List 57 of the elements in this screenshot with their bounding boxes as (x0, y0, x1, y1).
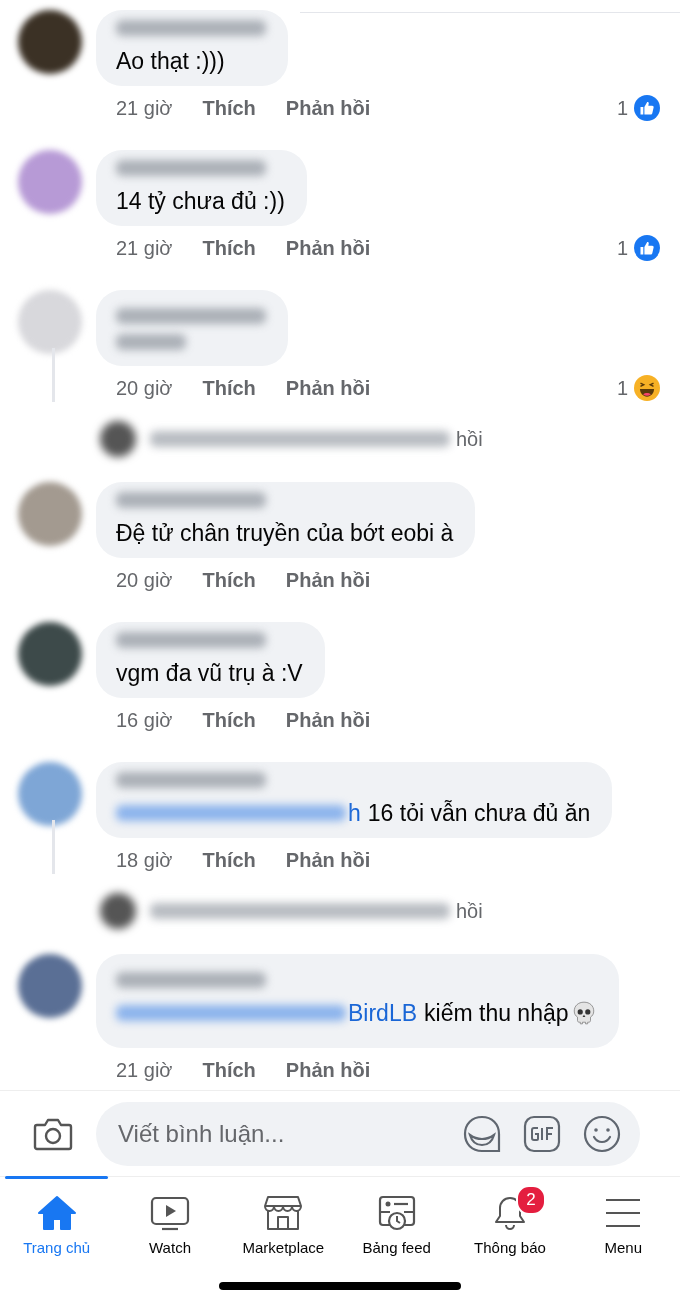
comment-input[interactable]: Viết bình luận... (116, 1118, 442, 1149)
reply-preview-text: hồi (456, 427, 483, 451)
nav-tab[interactable]: Bảng feed (340, 1177, 454, 1270)
notification-badge: 2 (515, 1185, 546, 1215)
reply-link[interactable]: Phản hồi (285, 376, 371, 400)
reply-link[interactable]: Phản hồi (285, 1058, 371, 1082)
home-icon (36, 1195, 77, 1231)
like-reaction-icon (634, 235, 660, 261)
reply-link[interactable]: Phản hồi (285, 568, 371, 592)
reaction-count: 1 (616, 376, 628, 400)
like-link[interactable]: Thích (202, 708, 256, 732)
reply-link[interactable]: Phản hồi (285, 848, 371, 872)
sticker-icon[interactable] (462, 1113, 502, 1154)
blurred-text (116, 334, 186, 350)
reply-link[interactable]: Phản hồi (285, 708, 371, 732)
feed-clock-icon (376, 1195, 417, 1231)
comment-text: vgm đa vũ trụ à :V (116, 659, 303, 688)
reply-link[interactable]: Phản hồi (285, 96, 371, 120)
nav-tab[interactable]: Trang chủ (0, 1177, 114, 1270)
like-link[interactable]: Thích (202, 236, 256, 260)
comment-time: 21 giờ (116, 96, 173, 120)
like-link[interactable]: Thích (202, 1058, 256, 1082)
like-reaction-icon (634, 95, 660, 121)
comment-text: kiếm thu nhập (424, 999, 569, 1028)
reply-link[interactable]: Phản hồi (285, 236, 371, 260)
like-link[interactable]: Thích (202, 376, 256, 400)
video-icon (150, 1195, 190, 1231)
reply-preview-text: hồi (456, 899, 483, 923)
comment-time: 16 giờ (116, 708, 173, 732)
like-link[interactable]: Thích (202, 848, 256, 872)
comment-text: Đệ tử chân truyền của bớt eobi à (116, 519, 454, 548)
comment-field[interactable]: Viết bình luận... (96, 1101, 640, 1166)
nav-tab[interactable]: Watch (113, 1177, 227, 1270)
store-icon (263, 1195, 304, 1231)
comment-text: 16 tỏi vẫn chưa đủ ăn (367, 799, 591, 828)
reaction-count: 1 (616, 96, 628, 120)
comment-time: 20 giờ (116, 376, 173, 400)
nav-tab[interactable]: 2 Thông báo (453, 1177, 567, 1270)
nav-tab[interactable]: Menu (566, 1177, 680, 1270)
mention-link[interactable]: h (348, 798, 361, 828)
reaction-count: 1 (616, 236, 628, 260)
comment-time: 21 giờ (116, 1058, 173, 1082)
comment-time: 18 giờ (116, 848, 173, 872)
nav-tab[interactable]: Marketplace (226, 1177, 340, 1270)
comment-time: 20 giờ (116, 568, 173, 592)
gif-icon[interactable] (522, 1113, 562, 1154)
like-link[interactable]: Thích (202, 96, 256, 120)
like-link[interactable]: Thích (202, 568, 256, 592)
blurred-avatar (100, 893, 136, 929)
blurred-avatar (100, 421, 136, 457)
camera-icon[interactable] (33, 1116, 73, 1151)
comment-text: 14 tỷ chưa đủ :)) (116, 187, 285, 216)
mention-link[interactable]: BirdLB (348, 998, 418, 1028)
comment-text: Ao thạt :))) (116, 47, 225, 76)
emoji-icon[interactable] (582, 1113, 622, 1154)
laughing-reaction-icon (634, 375, 660, 401)
comment-time: 21 giờ (116, 236, 173, 260)
